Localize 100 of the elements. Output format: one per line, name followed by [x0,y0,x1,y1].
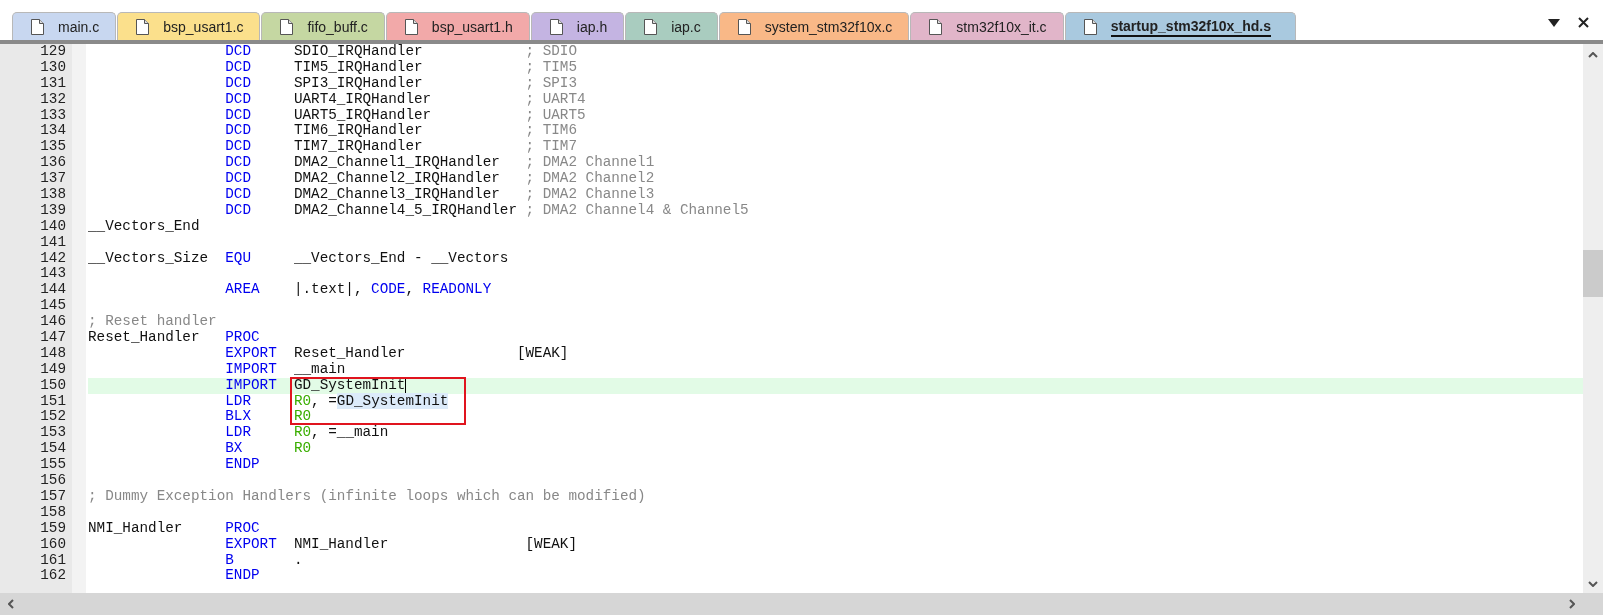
scroll-down-icon[interactable] [1588,581,1598,587]
line-number: 148 [39,345,66,362]
file-tab[interactable]: startup_stm32f10x_hd.s [1064,12,1296,40]
operand: . [293,551,303,568]
scroll-thumb[interactable] [1583,250,1603,297]
line-number: 151 [39,393,66,410]
operand: UART5_IRQHandler [293,106,432,123]
operand: SDIO_IRQHandler [293,43,423,59]
line-number: 152 [39,409,66,426]
instruction: DCD [225,170,251,187]
line-number: 146 [39,314,66,331]
code-comment: ; TIM5 [525,58,577,75]
operand: __Vectors_End - __Vectors [293,249,509,266]
line-number: 139 [39,202,66,219]
line-number: 137 [39,171,66,187]
document-icon [737,18,751,35]
line-number: 134 [39,123,66,140]
instruction: EXPORT [225,344,277,361]
file-tab[interactable]: system_stm32f10x.c [718,12,910,40]
operand: DMA2_Channel4_5_IRQHandler [293,201,517,218]
file-tab[interactable]: bsp_usart1.h [385,12,530,40]
operand: Reset_Handler [WEAK] [293,344,569,361]
operand: NMI_Handler [WEAK] [293,535,577,552]
file-tab[interactable]: stm32f10x_it.c [910,12,1064,40]
instruction: DCD [225,186,251,202]
line-number: 130 [39,59,66,76]
code-comment: ; DMA2 Channel3 [525,186,655,202]
line-number: 133 [39,107,66,124]
operand: R0 [293,440,312,457]
instruction: EXPORT [225,535,277,552]
instruction: EQU [225,249,251,266]
instruction: DCD [225,74,251,91]
code-label: NMI_Handler [88,519,183,536]
operand: DMA2_Channel2_IRQHandler [293,170,500,187]
line-number: 136 [39,155,66,172]
code-label: __Vectors_Size [88,249,209,266]
file-tab[interactable]: fifo_buff.c [261,12,385,40]
document-icon [280,18,294,35]
file-tab[interactable]: iap.h [530,12,625,40]
operand: R0, =__main [293,424,389,441]
code-comment: ; SDIO [525,43,577,59]
file-tab[interactable]: main.c [12,12,117,40]
instruction: DCD [225,90,251,107]
operand: |.text|, CODE, READONLY [293,281,492,298]
code-comment: ; Dummy Exception Handlers (infinite loops which can be modified) [88,487,646,504]
dropdown-icon[interactable] [1548,18,1560,27]
operand: TIM7_IRQHandler [293,138,423,155]
line-number: 140 [39,218,66,235]
document-icon [1083,18,1097,35]
operand: DMA2_Channel3_IRQHandler [293,186,500,202]
document-icon [929,18,943,35]
line-number: 157 [39,488,66,505]
line-number: 160 [39,536,66,553]
instruction: PROC [225,519,260,536]
line-number: 143 [39,266,66,283]
instruction: DCD [225,43,251,59]
instruction: ENDP [225,567,260,584]
scroll-left-icon[interactable] [8,599,14,609]
code-comment: ; Reset handler [88,313,217,330]
instruction: BX [225,440,243,457]
line-number: 162 [39,568,66,585]
instruction: IMPORT [225,376,277,393]
scroll-right-icon[interactable] [1569,599,1575,609]
close-icon[interactable] [1578,17,1589,28]
operand: UART4_IRQHandler [293,90,432,107]
instruction: B [225,551,234,568]
line-number: 147 [39,330,66,346]
code-label: Reset_Handler [88,329,200,346]
horizontal-scrollbar[interactable] [0,593,1603,615]
line-number: 150 [39,377,66,394]
operand: R0, =GD_SystemInit [293,392,449,409]
line-number: 145 [39,298,66,315]
instruction: DCD [225,138,251,155]
line-number: 129 [39,44,66,60]
instruction: LDR [225,392,251,409]
file-tab[interactable]: bsp_usart1.c [117,12,261,40]
instruction: PROC [225,329,260,346]
scroll-up-icon[interactable] [1588,52,1598,58]
operand: TIM6_IRQHandler [293,122,423,139]
operand: SPI3_IRQHandler [293,74,423,91]
instruction: DCD [225,106,251,123]
vertical-scrollbar[interactable] [1583,44,1603,593]
code-comment: ; UART5 [525,106,586,123]
line-number: 159 [39,520,66,537]
instruction: IMPORT [225,360,277,377]
document-icon [644,18,658,35]
operand: GD_SystemInit [293,376,406,393]
file-tab[interactable]: iap.c [625,12,718,40]
line-number: 131 [39,75,66,92]
operand: DMA2_Channel1_IRQHandler [293,154,500,171]
code-comment: ; TIM7 [525,138,577,155]
line-number: 149 [39,361,66,378]
document-icon [549,18,563,35]
code-comment: ; TIM6 [525,122,577,139]
instruction: ENDP [225,456,260,473]
document-icon [136,18,150,35]
operand: __main [293,360,346,377]
document-icon [404,18,418,35]
instruction: AREA [225,281,260,298]
line-number: 138 [39,187,66,203]
